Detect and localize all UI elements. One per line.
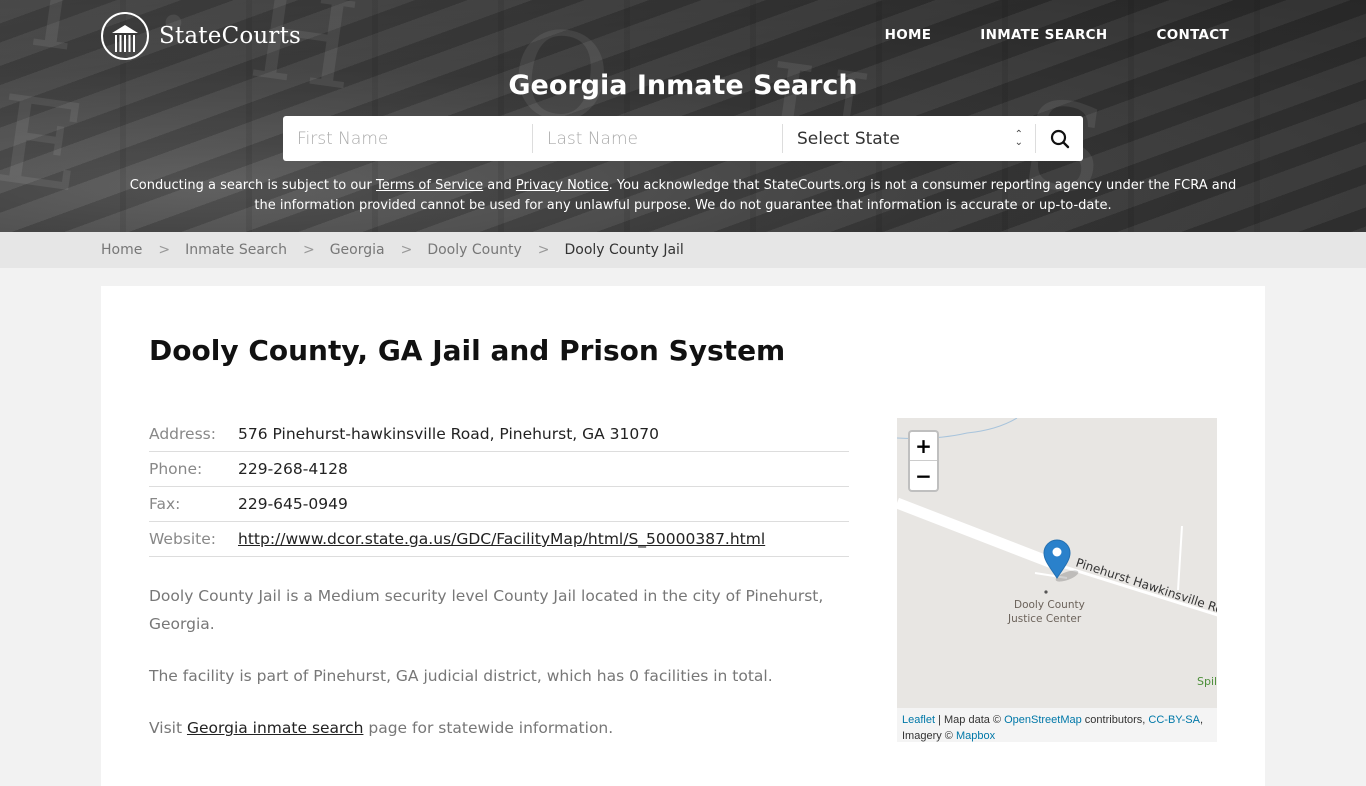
content-card: Dooly County, GA Jail and Prison System … xyxy=(101,286,1265,786)
info-label: Fax: xyxy=(149,495,181,513)
search-icon xyxy=(1050,129,1069,148)
info-row-phone: Phone: 229-268-4128 xyxy=(149,452,849,487)
search-disclaimer: Conducting a search is subject to our Te… xyxy=(120,176,1246,216)
nav-home[interactable]: HOME xyxy=(885,27,932,43)
info-label: Website: xyxy=(149,530,217,548)
first-name-input[interactable] xyxy=(297,128,532,149)
facility-description: Dooly County Jail is a Medium security l… xyxy=(149,582,849,766)
info-row-fax: Fax: 229-645-0949 xyxy=(149,487,849,522)
last-name-field-wrap xyxy=(533,124,783,153)
nav-contact[interactable]: CONTACT xyxy=(1156,27,1229,43)
zoom-in-button[interactable]: + xyxy=(910,432,937,461)
attribution-text: contributors, xyxy=(1081,714,1149,726)
statewide-paragraph: Visit Georgia inmate search page for sta… xyxy=(149,714,849,742)
mapbox-link[interactable]: Mapbox xyxy=(956,730,995,742)
breadcrumb-current: Dooly County Jail xyxy=(564,242,684,258)
fax-value: 229-645-0949 xyxy=(238,495,348,513)
breadcrumb-dooly-county[interactable]: Dooly County xyxy=(427,242,521,258)
hero-title: Georgia Inmate Search xyxy=(508,70,858,101)
logo[interactable]: StateCourts xyxy=(101,12,301,60)
logo-text: StateCourts xyxy=(159,23,302,49)
breadcrumb: Home > Inmate Search > Georgia > Dooly C… xyxy=(0,232,1366,268)
first-name-field-wrap xyxy=(283,124,533,153)
info-row-website: Website: http://www.dcor.state.ga.us/GDC… xyxy=(149,522,849,557)
zoom-out-button[interactable]: − xyxy=(910,461,937,490)
info-row-address: Address: 576 Pinehurst-hawkinsville Road… xyxy=(149,417,849,452)
info-label: Phone: xyxy=(149,460,203,478)
website-link[interactable]: http://www.dcor.state.ga.us/GDC/Facility… xyxy=(238,530,765,548)
chevron-right-icon: > xyxy=(537,242,550,258)
paragraph-text: page for statewide information. xyxy=(363,719,614,737)
facility-info-table: Address: 576 Pinehurst-hawkinsville Road… xyxy=(149,417,849,557)
map-tiles: Dooly County Justice Center Pinehurst Ha… xyxy=(897,418,1217,688)
poi-label: Dooly County xyxy=(1014,599,1085,611)
georgia-inmate-search-link[interactable]: Georgia inmate search xyxy=(187,719,363,737)
attribution-text: | Map data © xyxy=(935,714,1005,726)
disclaimer-text: and xyxy=(483,178,516,193)
road-major xyxy=(897,497,1054,569)
license-link[interactable]: CC-BY-SA xyxy=(1148,714,1200,726)
state-select-value: Select State xyxy=(797,128,900,149)
last-name-input[interactable] xyxy=(547,128,782,149)
main-nav: HOME INMATE SEARCH CONTACT xyxy=(885,27,1229,43)
address-value: 576 Pinehurst-hawkinsville Road, Pinehur… xyxy=(238,425,659,443)
poi-dot xyxy=(1044,590,1048,594)
terms-of-service-link[interactable]: Terms of Service xyxy=(376,178,483,193)
leaflet-link[interactable]: Leaflet xyxy=(902,714,935,726)
breadcrumb-georgia[interactable]: Georgia xyxy=(330,242,385,258)
state-select[interactable]: Select State ⌃ ⌄ xyxy=(783,124,1036,153)
courthouse-logo-icon xyxy=(101,12,149,60)
chevron-right-icon: > xyxy=(158,242,171,258)
page-title: Dooly County, GA Jail and Prison System xyxy=(149,334,786,367)
search-button[interactable] xyxy=(1036,116,1083,161)
poi-label: Justice Center xyxy=(1007,613,1082,625)
facility-map[interactable]: Dooly County Justice Center Pinehurst Ha… xyxy=(897,418,1217,742)
info-label: Address: xyxy=(149,425,216,443)
select-arrows-icon: ⌃ ⌄ xyxy=(1014,128,1023,148)
description-paragraph: Dooly County Jail is a Medium security l… xyxy=(149,587,824,633)
road-minor xyxy=(1177,525,1183,591)
openstreetmap-link[interactable]: OpenStreetMap xyxy=(1004,714,1082,726)
map-marker-icon xyxy=(1043,539,1079,582)
place-label: Spil xyxy=(1197,675,1217,688)
chevron-right-icon: > xyxy=(400,242,413,258)
district-paragraph: The facility is part of Pinehurst, GA ju… xyxy=(149,667,773,685)
hero-banner: T·H O U S E StateCourts HOME INMATE SEAR… xyxy=(0,0,1366,232)
search-form: Select State ⌃⌄ xyxy=(283,116,1083,161)
map-zoom-control: + − xyxy=(908,430,939,492)
nav-inmate-search[interactable]: INMATE SEARCH xyxy=(980,27,1107,43)
privacy-notice-link[interactable]: Privacy Notice xyxy=(516,178,609,193)
road-label: Pinehurst Hawkinsville Ro xyxy=(1074,556,1217,617)
breadcrumb-home[interactable]: Home xyxy=(101,242,142,258)
map-attribution: Leaflet | Map data © OpenStreetMap contr… xyxy=(897,708,1217,742)
breadcrumb-inmate-search[interactable]: Inmate Search xyxy=(185,242,287,258)
phone-value: 229-268-4128 xyxy=(238,460,348,478)
disclaimer-text: Conducting a search is subject to our xyxy=(129,178,377,193)
paragraph-text: Visit xyxy=(149,719,187,737)
chevron-right-icon: > xyxy=(302,242,315,258)
